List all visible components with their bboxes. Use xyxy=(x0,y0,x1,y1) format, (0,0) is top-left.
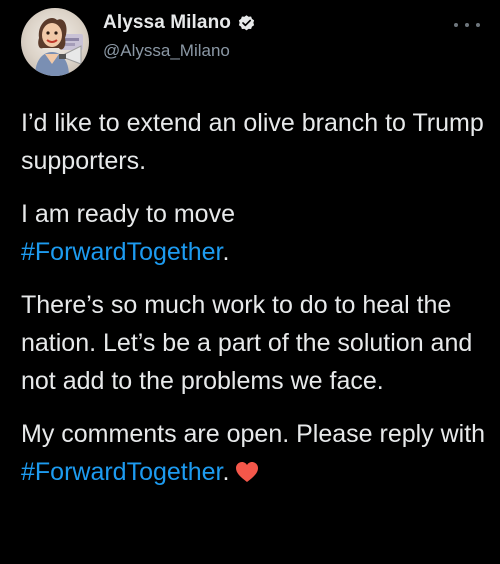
tweet-paragraph-1: I’d like to extend an olive branch to Tr… xyxy=(21,109,484,175)
tweet-paragraph-3: There’s so much work to do to heal the n… xyxy=(21,291,473,395)
display-name[interactable]: Alyssa Milano xyxy=(103,12,231,34)
user-handle[interactable]: @Alyssa_Milano xyxy=(103,41,230,61)
paragraph-2-text: I am ready to move xyxy=(21,200,235,228)
dot xyxy=(454,23,458,27)
author-name-row[interactable]: Alyssa Milano xyxy=(103,12,256,34)
paragraph-4-text: My comments are open. Please reply with xyxy=(21,420,486,448)
tweet-paragraph-4: My comments are open. Please reply with … xyxy=(21,415,491,491)
heart-icon xyxy=(236,462,259,482)
tweet-paragraph-2: I am ready to move #ForwardTogether. xyxy=(21,195,491,271)
hashtag-link[interactable]: #ForwardTogether xyxy=(21,238,223,266)
period: . xyxy=(222,458,230,486)
verified-badge-icon xyxy=(238,14,255,30)
dot xyxy=(476,23,480,27)
dot xyxy=(465,23,469,27)
avatar[interactable] xyxy=(21,8,89,76)
tweet-text: I’d like to extend an olive branch to Tr… xyxy=(21,104,491,506)
tweet-card: Alyssa Milano @Alyssa_Milano I’d like to… xyxy=(0,0,500,564)
hashtag-link[interactable]: #ForwardTogether xyxy=(21,458,223,486)
period: . xyxy=(222,238,230,266)
caricature-avatar-icon xyxy=(35,18,83,76)
more-dots-icon[interactable] xyxy=(454,20,480,30)
